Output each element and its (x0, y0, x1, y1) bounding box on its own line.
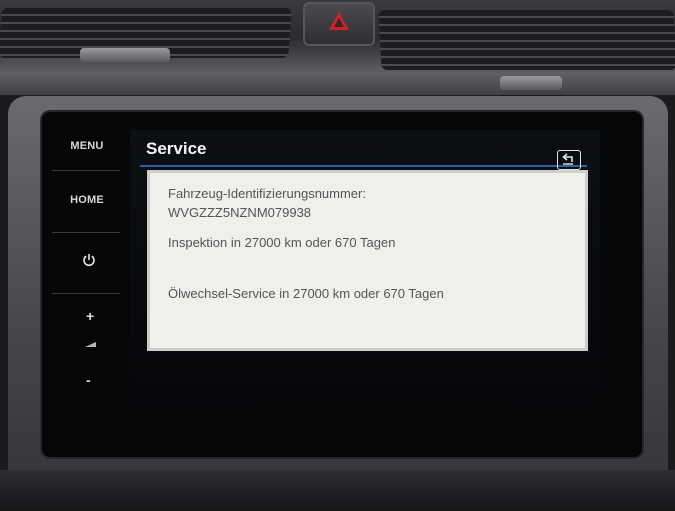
service-info-panel: Fahrzeug-Identifizierungsnummer: WVGZZZ5… (150, 173, 585, 348)
air-vent-right (378, 10, 675, 70)
oil-service-text: Ölwechsel-Service in 27000 km oder 670 T… (168, 286, 444, 301)
speaker-icon (85, 342, 96, 347)
side-divider (52, 232, 120, 233)
title-underline (140, 165, 587, 167)
back-icon (562, 153, 573, 165)
vin-value: WVGZZZ5NZNM079938 (168, 205, 312, 220)
page-title: Service (146, 139, 207, 158)
hazard-icon (329, 12, 349, 30)
vin-label: Fahrzeug-Identifizierungsnummer: (168, 186, 366, 201)
hazard-button[interactable] (303, 2, 375, 46)
menu-button[interactable]: MENU (52, 140, 122, 152)
power-icon[interactable] (82, 253, 96, 267)
side-divider (52, 293, 120, 294)
home-button[interactable]: HOME (52, 194, 122, 206)
side-divider (52, 170, 120, 171)
volume-down-button[interactable]: - (86, 372, 91, 388)
vent-slider-right[interactable] (500, 76, 562, 90)
dashboard-bottom (0, 470, 675, 511)
vent-slider-left[interactable] (80, 48, 170, 62)
dashboard-top (0, 0, 675, 95)
inspection-text: Inspektion in 27000 km oder 670 Tagen (168, 235, 396, 250)
back-button[interactable] (557, 150, 581, 170)
volume-up-button[interactable]: + (86, 308, 94, 324)
